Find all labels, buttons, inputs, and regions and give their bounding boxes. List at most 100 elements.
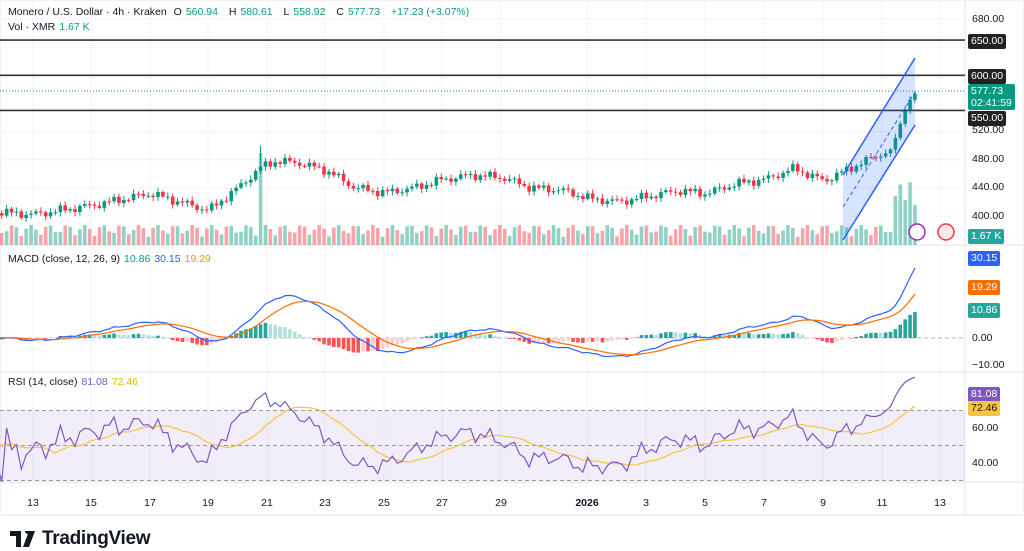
candle-body — [273, 162, 278, 167]
candle-body — [727, 187, 732, 190]
candle-body — [131, 193, 136, 200]
candle-body — [473, 174, 478, 181]
macd-histogram-bar — [332, 338, 336, 347]
macd-histogram-bar — [595, 338, 600, 342]
candle-body — [346, 181, 351, 186]
volume-bar — [737, 228, 741, 245]
candle-body — [302, 165, 307, 167]
rsi-ma-axis-label: 72.46 — [968, 401, 1001, 416]
candle-body — [263, 161, 268, 167]
volume-bar — [9, 225, 14, 245]
time-tick: 27 — [436, 497, 448, 509]
macd-histogram-bar — [566, 338, 571, 342]
candle-body — [107, 201, 111, 203]
macd-histogram-bar — [859, 336, 864, 338]
macd-histogram-bar — [439, 332, 444, 338]
candle-body — [219, 200, 224, 206]
time-tick: 29 — [495, 497, 507, 509]
candle-body — [39, 211, 43, 213]
candle-body — [366, 184, 370, 191]
volume-bar — [683, 229, 688, 245]
macd-histogram-bar — [322, 338, 326, 345]
volume-bar — [751, 225, 756, 245]
volume-bar — [488, 235, 492, 245]
candle-body — [48, 212, 53, 217]
volume-bar — [825, 225, 829, 245]
macd-histogram-bar — [815, 338, 820, 340]
macd-histogram-bar — [849, 338, 854, 339]
candle-body — [29, 213, 33, 215]
macd-histogram-bar — [561, 338, 566, 342]
macd-histogram-bar — [756, 334, 761, 338]
candle-body — [327, 171, 331, 175]
candle-body — [375, 190, 380, 197]
candle-body — [53, 212, 58, 214]
macd-histogram-bar — [302, 336, 307, 338]
chart-canvas[interactable] — [0, 0, 1024, 551]
macd-histogram-bar — [913, 312, 917, 338]
candle-body — [209, 203, 214, 211]
volume-bar — [415, 232, 419, 245]
macd-histogram-bar — [908, 314, 912, 338]
time-tick: 21 — [261, 497, 273, 509]
macd-histogram-bar — [517, 338, 522, 341]
candle-body — [703, 194, 707, 197]
volume-bar — [776, 233, 780, 245]
candle-body — [0, 213, 4, 216]
macd-tick: 0.00 — [972, 332, 993, 344]
volume-bar — [566, 227, 571, 245]
candle-body — [244, 182, 248, 184]
volume-bar — [722, 234, 727, 245]
volume-bar — [693, 227, 697, 245]
volume-bar — [659, 225, 663, 245]
macd-histogram-bar — [258, 324, 263, 338]
macd-histogram-bar — [351, 338, 356, 353]
macd-histogram-bar — [864, 333, 868, 338]
volume-bar — [556, 228, 561, 245]
macd-histogram-bar — [371, 338, 375, 351]
volume-bar — [595, 233, 600, 245]
candle-body — [229, 191, 234, 202]
hist-axis-label: 10.86 — [968, 303, 1001, 318]
volume-bar — [517, 225, 522, 245]
rsi-ma-value: 72.46 — [111, 376, 139, 388]
macd-histogram-bar — [874, 332, 878, 338]
volume-bar — [893, 195, 898, 245]
volume-bar — [644, 225, 649, 245]
tradingview-logo[interactable]: TradingView — [10, 528, 151, 550]
candle-body — [73, 209, 77, 213]
candle-body — [9, 208, 14, 213]
volume-bar — [185, 230, 190, 245]
candle-body — [610, 199, 614, 201]
volume-legend: Vol · XMR 1.67 K — [8, 21, 94, 33]
volume-bar — [29, 225, 33, 245]
candle-body — [234, 187, 238, 192]
candle-body — [4, 208, 9, 216]
volume-bar — [561, 236, 566, 245]
volume-bar — [834, 231, 839, 245]
volume-bar — [532, 225, 536, 245]
volume-bar — [585, 226, 590, 245]
candle-body — [253, 170, 258, 180]
macd-histogram-bar — [502, 338, 507, 339]
macd-signal-value: 19.29 — [184, 253, 211, 265]
macd-histogram-bar — [195, 338, 199, 345]
volume-bar — [205, 228, 209, 245]
macd-histogram-bar — [434, 333, 439, 338]
time-tick: 15 — [85, 497, 97, 509]
rsi-tick: 60.00 — [972, 422, 999, 434]
macd-histogram-bar — [898, 324, 903, 338]
volume-bar — [703, 231, 707, 245]
volume-bar — [454, 234, 458, 245]
macd-histogram-bar — [312, 338, 317, 340]
candle-body — [429, 184, 434, 186]
volume-bar — [190, 225, 194, 245]
candle-body — [498, 178, 502, 180]
volume-bar — [512, 227, 517, 245]
candle-body — [532, 185, 536, 192]
macd-histogram-bar — [634, 337, 639, 338]
candle-body — [307, 162, 312, 167]
candle-body — [810, 173, 815, 179]
candle-body — [834, 172, 839, 181]
candle-body — [712, 187, 717, 194]
